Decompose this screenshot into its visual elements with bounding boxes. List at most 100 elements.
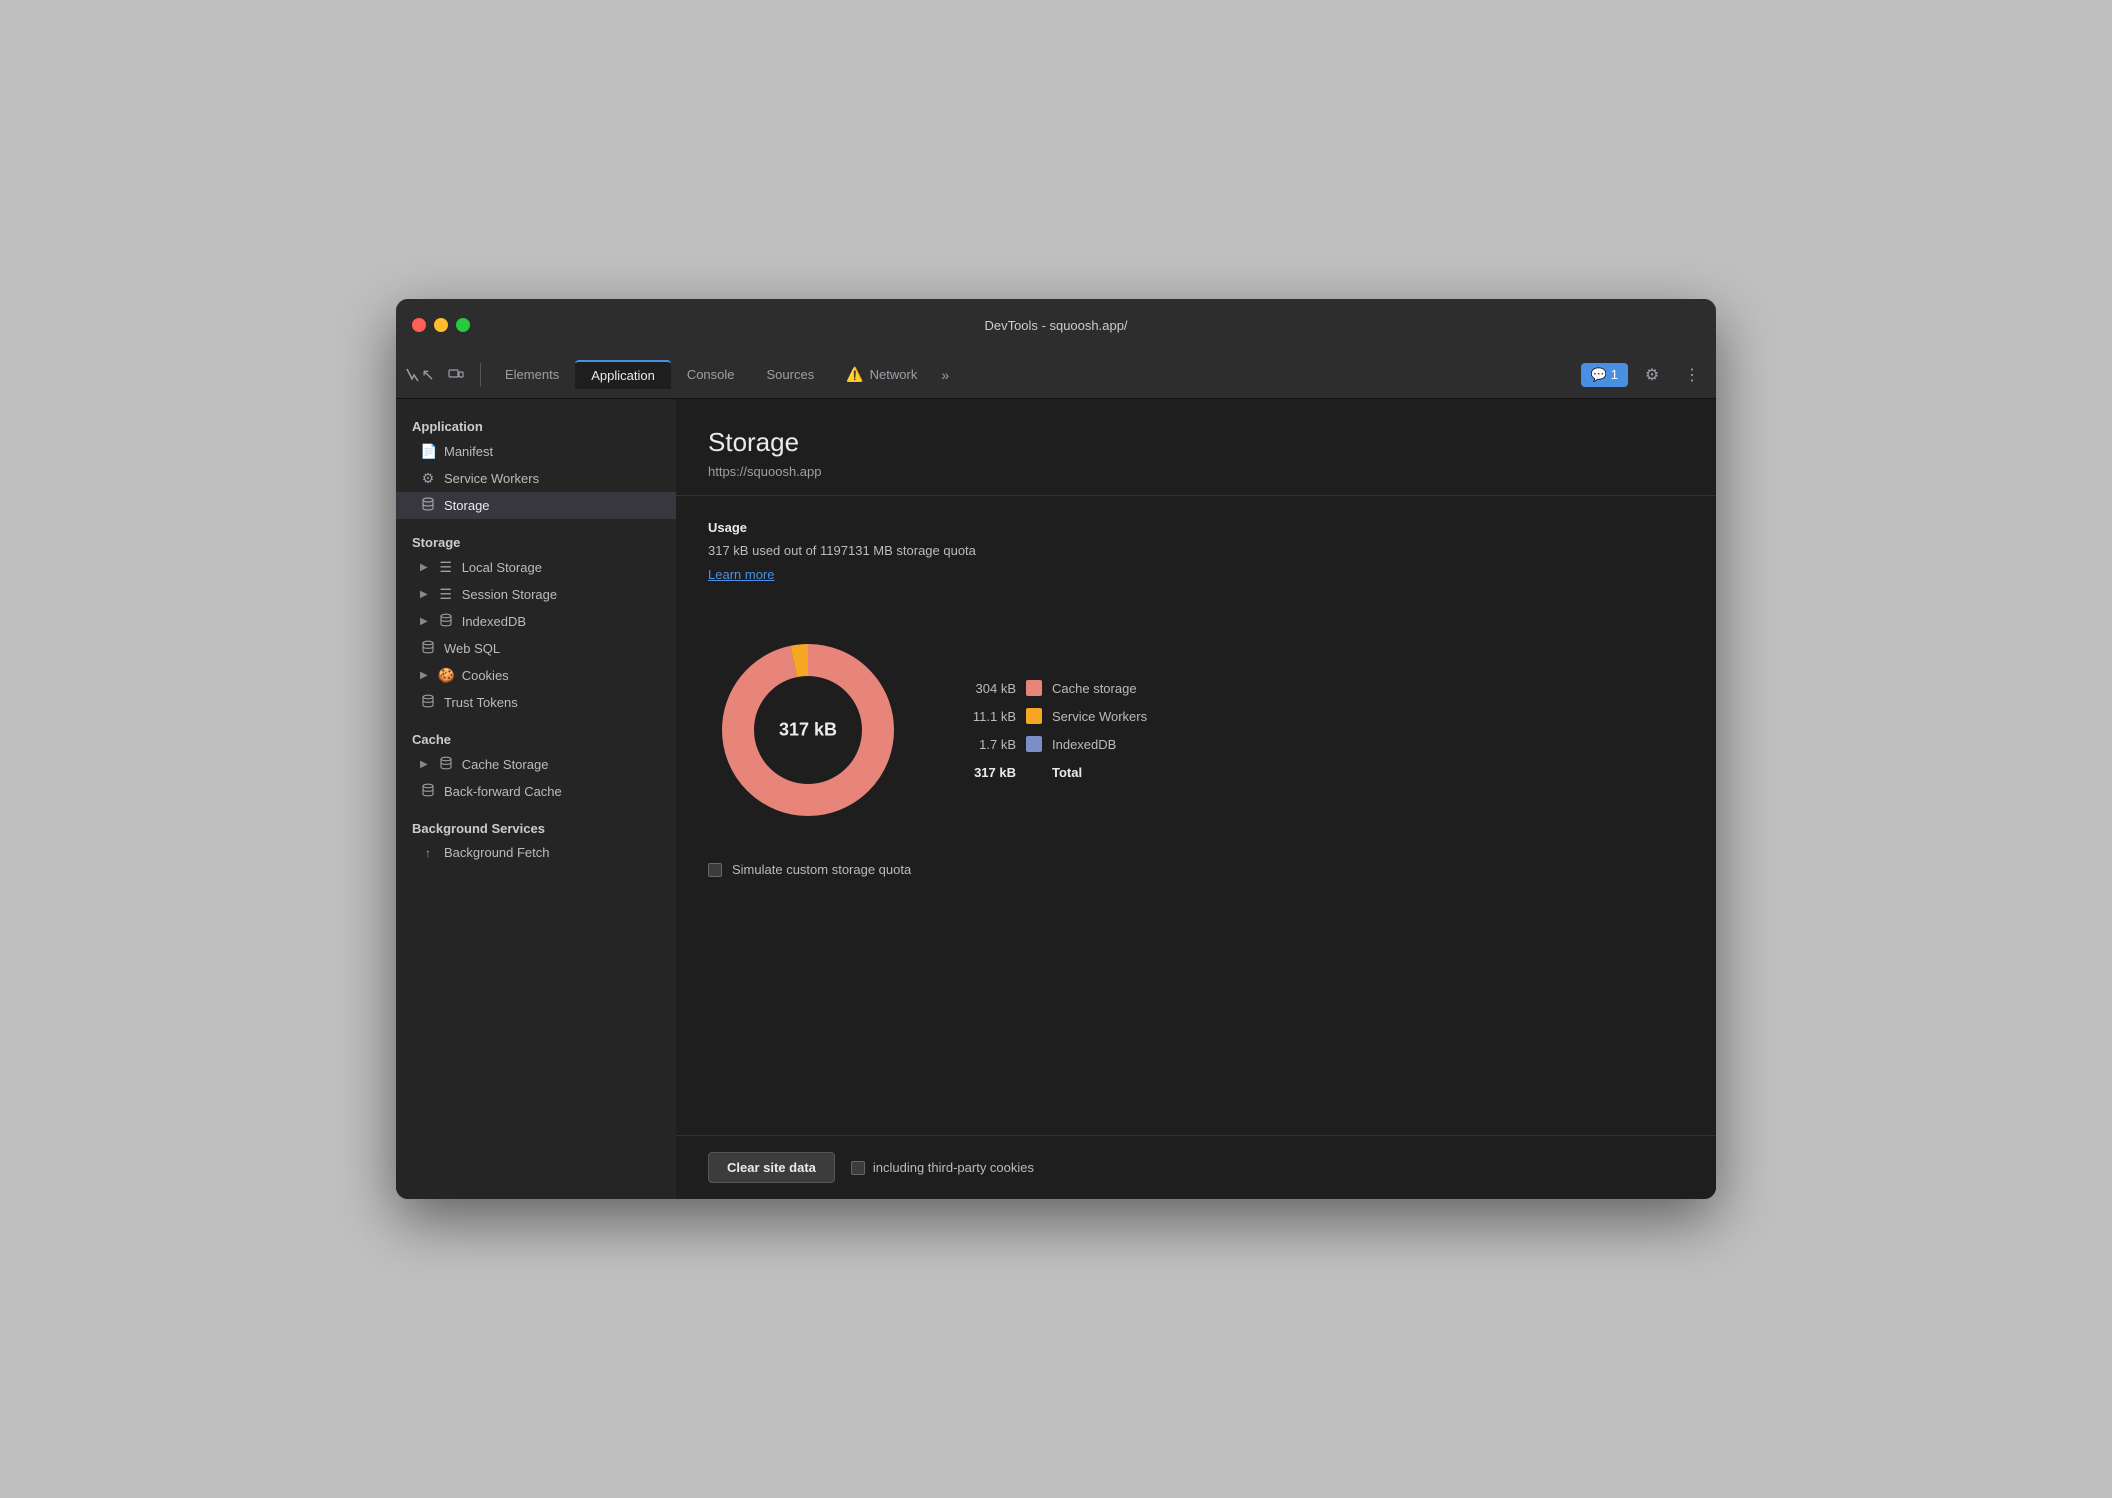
sidebar-item-storage-top[interactable]: Storage [396, 492, 676, 519]
sidebar-item-session-storage-label: Session Storage [462, 587, 557, 602]
tab-sources[interactable]: Sources [751, 361, 831, 388]
settings-button[interactable]: ⚙ [1636, 359, 1668, 391]
sidebar-item-manifest-label: Manifest [444, 444, 493, 459]
content-header: Storage https://squoosh.app [676, 399, 1716, 496]
chart-legend: 304 kB Cache storage 11.1 kB Service Wor… [956, 680, 1147, 780]
donut-center-label: 317 kB [779, 720, 837, 741]
notification-count: 1 [1611, 367, 1618, 382]
simulate-quota-checkbox[interactable] [708, 863, 722, 877]
notifications-button[interactable]: 💬 1 [1581, 363, 1628, 387]
warning-icon: ⚠️ [846, 366, 863, 383]
cache-storage-icon [438, 756, 454, 773]
expand-arrow-cache-storage: ▶ [420, 759, 428, 770]
maximize-button[interactable] [456, 318, 470, 332]
cookies-icon: 🍪 [438, 667, 454, 684]
web-sql-icon [420, 640, 436, 657]
sidebar-item-manifest[interactable]: 📄 Manifest [396, 438, 676, 465]
third-party-cookies-row: including third-party cookies [851, 1160, 1034, 1175]
legend-item-service-workers: 11.1 kB Service Workers [956, 708, 1147, 724]
usage-title: Usage [708, 520, 1684, 535]
sidebar-item-indexeddb-label: IndexedDB [462, 614, 526, 629]
sidebar-section-cache: Cache [396, 724, 676, 751]
background-fetch-icon: ↑ [420, 846, 436, 860]
sidebar-item-service-workers-label: Service Workers [444, 471, 539, 486]
close-button[interactable] [412, 318, 426, 332]
manifest-icon: 📄 [420, 443, 436, 460]
sidebar-item-service-workers[interactable]: ⚙ Service Workers [396, 465, 676, 492]
more-options-button[interactable]: ⋮ [1676, 359, 1708, 391]
content-body: Usage 317 kB used out of 1197131 MB stor… [676, 496, 1716, 1135]
sidebar-item-web-sql[interactable]: Web SQL [396, 635, 676, 662]
legend-item-total: 317 kB Total [956, 764, 1147, 780]
minimize-button[interactable] [434, 318, 448, 332]
tab-application[interactable]: Application [575, 360, 671, 389]
sidebar-item-storage-label: Storage [444, 498, 490, 513]
action-bar: Clear site data including third-party co… [676, 1135, 1716, 1199]
sidebar-item-local-storage-label: Local Storage [462, 560, 542, 575]
sidebar-item-indexeddb[interactable]: ▶ IndexedDB [396, 608, 676, 635]
tab-network-label: Network [870, 367, 918, 382]
expand-arrow-indexeddb: ▶ [420, 616, 428, 627]
sidebar-item-cache-storage[interactable]: ▶ Cache Storage [396, 751, 676, 778]
third-party-cookies-label: including third-party cookies [873, 1160, 1034, 1175]
legend-sw-value: 11.1 kB [956, 709, 1016, 724]
devtools-window: DevTools - squoosh.app/ ↖ Elements Appli… [396, 299, 1716, 1199]
legend-item-indexeddb: 1.7 kB IndexedDB [956, 736, 1147, 752]
legend-cache-color [1026, 680, 1042, 696]
trust-tokens-icon [420, 694, 436, 711]
legend-idb-color [1026, 736, 1042, 752]
sidebar: Application 📄 Manifest ⚙ Service Workers… [396, 399, 676, 1199]
sidebar-section-application: Application [396, 411, 676, 438]
toolbar: ↖ Elements Application Console Sources ⚠… [396, 351, 1716, 399]
sidebar-item-session-storage[interactable]: ▶ ☰ Session Storage [396, 581, 676, 608]
storage-icon [420, 497, 436, 514]
sidebar-item-local-storage[interactable]: ▶ ☰ Local Storage [396, 554, 676, 581]
local-storage-icon: ☰ [438, 559, 454, 576]
clear-site-data-button[interactable]: Clear site data [708, 1152, 835, 1183]
service-workers-icon: ⚙ [420, 470, 436, 487]
tab-elements[interactable]: Elements [489, 361, 575, 388]
sidebar-section-storage: Storage [396, 527, 676, 554]
toolbar-right: 💬 1 ⚙ ⋮ [1581, 359, 1708, 391]
legend-sw-label: Service Workers [1052, 709, 1147, 724]
legend-item-cache: 304 kB Cache storage [956, 680, 1147, 696]
inspect-element-button[interactable]: ↖ [404, 359, 436, 391]
legend-cache-value: 304 kB [956, 681, 1016, 696]
legend-total-spacer [1026, 764, 1042, 780]
notification-icon: 💬 [1591, 367, 1607, 383]
sidebar-item-back-forward-cache-label: Back-forward Cache [444, 784, 562, 799]
sidebar-item-cookies[interactable]: ▶ 🍪 Cookies [396, 662, 676, 689]
traffic-lights [412, 318, 470, 332]
sidebar-item-trust-tokens[interactable]: Trust Tokens [396, 689, 676, 716]
sidebar-item-cache-storage-label: Cache Storage [462, 757, 549, 772]
legend-total-value: 317 kB [956, 765, 1016, 780]
legend-idb-value: 1.7 kB [956, 737, 1016, 752]
expand-arrow-cookies: ▶ [420, 670, 428, 681]
legend-total-label: Total [1052, 765, 1082, 780]
sidebar-item-back-forward-cache[interactable]: Back-forward Cache [396, 778, 676, 805]
sidebar-item-trust-tokens-label: Trust Tokens [444, 695, 518, 710]
sidebar-item-background-fetch[interactable]: ↑ Background Fetch [396, 840, 676, 865]
device-toggle-button[interactable] [440, 359, 472, 391]
page-url: https://squoosh.app [708, 464, 1684, 479]
simulate-quota-label: Simulate custom storage quota [732, 862, 911, 877]
content-panel: Storage https://squoosh.app Usage 317 kB… [676, 399, 1716, 1199]
more-tabs-button[interactable]: » [933, 361, 957, 389]
usage-section: Usage 317 kB used out of 1197131 MB stor… [708, 520, 1684, 606]
tab-network[interactable]: ⚠️ Network [830, 360, 933, 389]
sidebar-section-background-services: Background Services [396, 813, 676, 840]
toolbar-tabs: Elements Application Console Sources ⚠️ … [489, 360, 1577, 389]
learn-more-link[interactable]: Learn more [708, 567, 774, 582]
expand-arrow-local-storage: ▶ [420, 562, 428, 573]
back-forward-cache-icon [420, 783, 436, 800]
usage-text: 317 kB used out of 1197131 MB storage qu… [708, 543, 1684, 558]
titlebar: DevTools - squoosh.app/ [396, 299, 1716, 351]
sidebar-item-background-fetch-label: Background Fetch [444, 845, 550, 860]
simulate-quota-row: Simulate custom storage quota [708, 862, 1684, 877]
third-party-cookies-checkbox[interactable] [851, 1161, 865, 1175]
tab-console[interactable]: Console [671, 361, 751, 388]
main-content: Application 📄 Manifest ⚙ Service Workers… [396, 399, 1716, 1199]
page-title: Storage [708, 427, 1684, 458]
toolbar-divider-1 [480, 363, 481, 387]
window-title: DevTools - squoosh.app/ [984, 318, 1127, 333]
